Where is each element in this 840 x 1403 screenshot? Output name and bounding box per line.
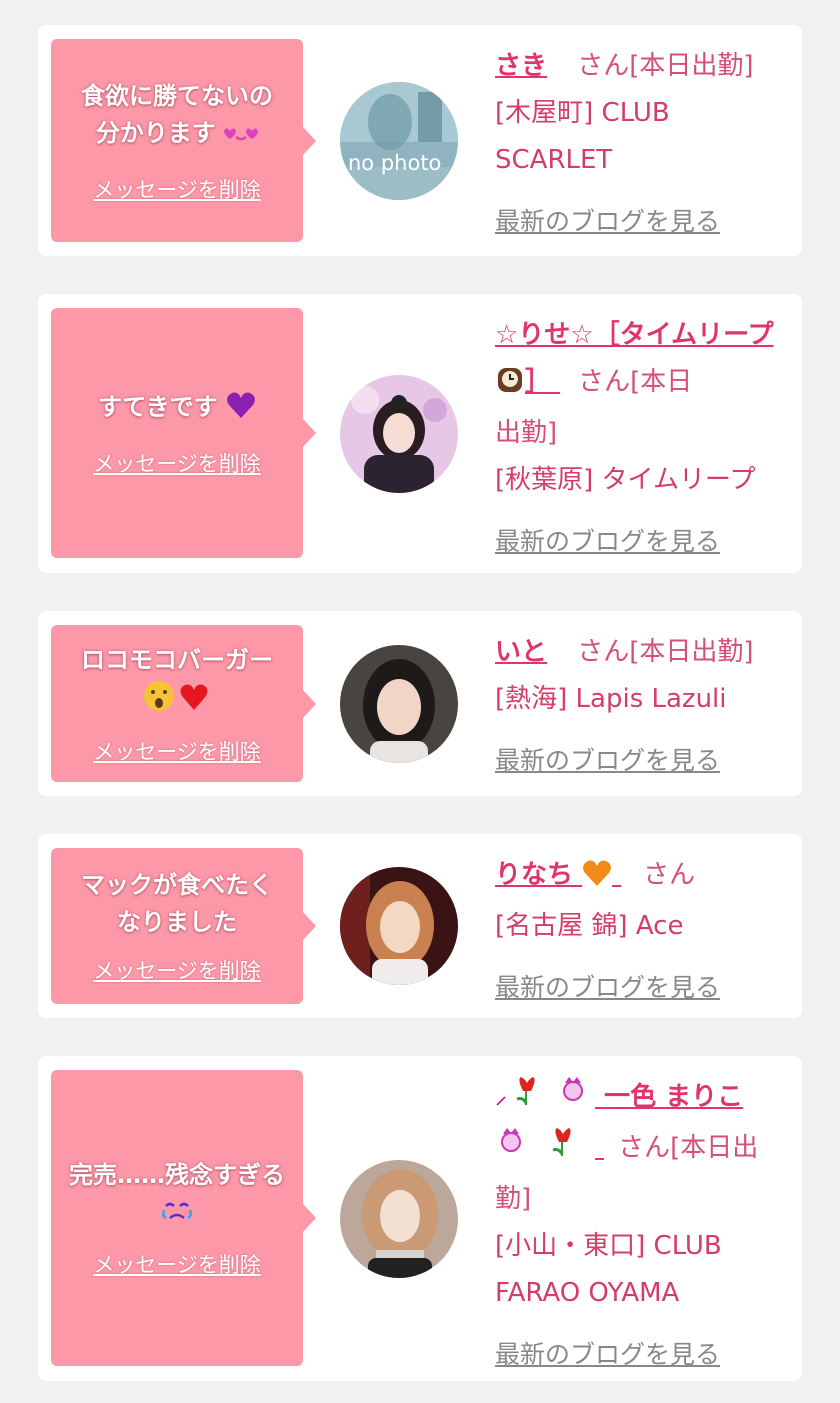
message-card: 食欲に勝てないの 分かります メッセージを削除 no photo さき さん[本 bbox=[38, 25, 802, 256]
attendance-status-cont: 出勤] bbox=[495, 418, 558, 448]
message-text: 完売……残念すぎる bbox=[59, 1157, 295, 1235]
drooling-face-and-red-heart-icon bbox=[142, 679, 212, 724]
attendance-status: さん[本日 bbox=[578, 367, 693, 397]
shop-name: [秋葉原] タイムリープ bbox=[495, 465, 756, 495]
delete-message-link[interactable]: メッセージを削除 bbox=[93, 174, 261, 204]
message-card: マックが食べたく なりました メッセージを削除 りなち さん [名古屋 錦] A… bbox=[38, 834, 802, 1018]
mantelpiece-clock-icon bbox=[495, 363, 525, 410]
girl-name-link[interactable]: 一色 まりこ bbox=[495, 1077, 743, 1112]
avatar[interactable]: no photo bbox=[340, 82, 458, 200]
latest-blog-link[interactable]: 最新のブログを見る bbox=[495, 518, 720, 565]
message-card: 完売……残念すぎる メッセージを削除 一色 まりこ さん[本日出 勤] [小山・… bbox=[38, 1056, 802, 1381]
latest-blog-link[interactable]: 最新のブログを見る bbox=[495, 737, 720, 784]
girl-info: 一色 まりこ さん[本日出 勤] [小山・東口] CLUB FARAO OYAM… bbox=[495, 1074, 785, 1379]
latest-blog-link[interactable]: 最新のブログを見る bbox=[495, 198, 720, 245]
message-bubble: 完売……残念すぎる メッセージを削除 bbox=[51, 1070, 316, 1366]
girl-name-link-cont[interactable] bbox=[495, 1128, 604, 1163]
delete-message-link[interactable]: メッセージを削除 bbox=[93, 1249, 261, 1279]
message-bubble: すてきです メッセージを削除 bbox=[51, 308, 316, 558]
shop-name-cont: FARAO OYAMA bbox=[495, 1278, 680, 1308]
purple-heart-icon bbox=[226, 391, 256, 430]
shop-name-cont: SCARLET bbox=[495, 145, 613, 175]
princess-and-tulip-icon bbox=[495, 1126, 595, 1176]
girl-info: りなち さん [名古屋 錦] Ace 最新のブログを見る bbox=[495, 852, 785, 1012]
girl-info: いと さん[本日出勤] [熱海] Lapis Lazuli 最新のブログを見る bbox=[495, 629, 785, 785]
girl-name-link[interactable]: さき bbox=[495, 51, 547, 81]
attendance-status: さん[本日出勤] bbox=[577, 637, 754, 667]
shop-name: [小山・東口] CLUB bbox=[495, 1231, 722, 1261]
message-card: すてきです メッセージを削除 ☆りせ☆［タイムリープ ］ さん[本日 出勤] [… bbox=[38, 294, 802, 573]
message-text: ロコモコバーガー bbox=[71, 642, 283, 724]
message-text: マックが食べたく なりました bbox=[81, 871, 273, 936]
attendance-status: さん[本日出勤] bbox=[577, 51, 754, 81]
shop-name: [木屋町] CLUB bbox=[495, 98, 670, 128]
message-bubble: マックが食べたく なりました メッセージを削除 bbox=[51, 848, 316, 1004]
tulip-and-princess-icon bbox=[495, 1075, 595, 1125]
attendance-status: さん[本日出 bbox=[618, 1133, 759, 1163]
latest-blog-link[interactable]: 最新のブログを見る bbox=[495, 1331, 720, 1378]
shop-name: [名古屋 錦] Ace bbox=[495, 911, 684, 941]
delete-message-link[interactable]: メッセージを削除 bbox=[93, 955, 261, 985]
message-bubble: ロコモコバーガー メッセージを削除 bbox=[51, 625, 316, 782]
kissing-heart-face-icon bbox=[224, 119, 259, 156]
girl-info: ☆りせ☆［タイムリープ ］ さん[本日 出勤] [秋葉原] タイムリープ 最新の… bbox=[495, 312, 785, 566]
message-text: すてきです bbox=[88, 389, 266, 430]
delete-message-link[interactable]: メッセージを削除 bbox=[93, 736, 261, 766]
crying-face-icon bbox=[160, 1196, 194, 1235]
avatar[interactable] bbox=[340, 1160, 458, 1278]
avatar[interactable] bbox=[340, 645, 458, 763]
avatar[interactable] bbox=[340, 375, 458, 493]
message-card: ロコモコバーガー メッセージを削除 いと さん[本日出勤] [熱海] Lapis… bbox=[38, 611, 802, 796]
no-photo-text: no photo bbox=[348, 151, 441, 175]
attendance-status: さん bbox=[643, 860, 696, 890]
latest-blog-link[interactable]: 最新のブログを見る bbox=[495, 964, 720, 1011]
message-text: 食欲に勝てないの 分かります bbox=[71, 78, 283, 156]
attendance-status-cont: 勤] bbox=[495, 1184, 532, 1214]
avatar[interactable] bbox=[340, 867, 458, 985]
girl-name-link[interactable]: りなち bbox=[495, 860, 621, 890]
girl-info: さき さん[本日出勤] [木屋町] CLUB SCARLET 最新のブログを見る bbox=[495, 43, 785, 246]
shop-name: [熱海] Lapis Lazuli bbox=[495, 684, 727, 714]
orange-heart-icon bbox=[582, 856, 612, 903]
message-bubble: 食欲に勝てないの 分かります メッセージを削除 bbox=[51, 39, 316, 242]
delete-message-link[interactable]: メッセージを削除 bbox=[93, 448, 261, 478]
girl-name-link[interactable]: いと bbox=[495, 637, 547, 667]
